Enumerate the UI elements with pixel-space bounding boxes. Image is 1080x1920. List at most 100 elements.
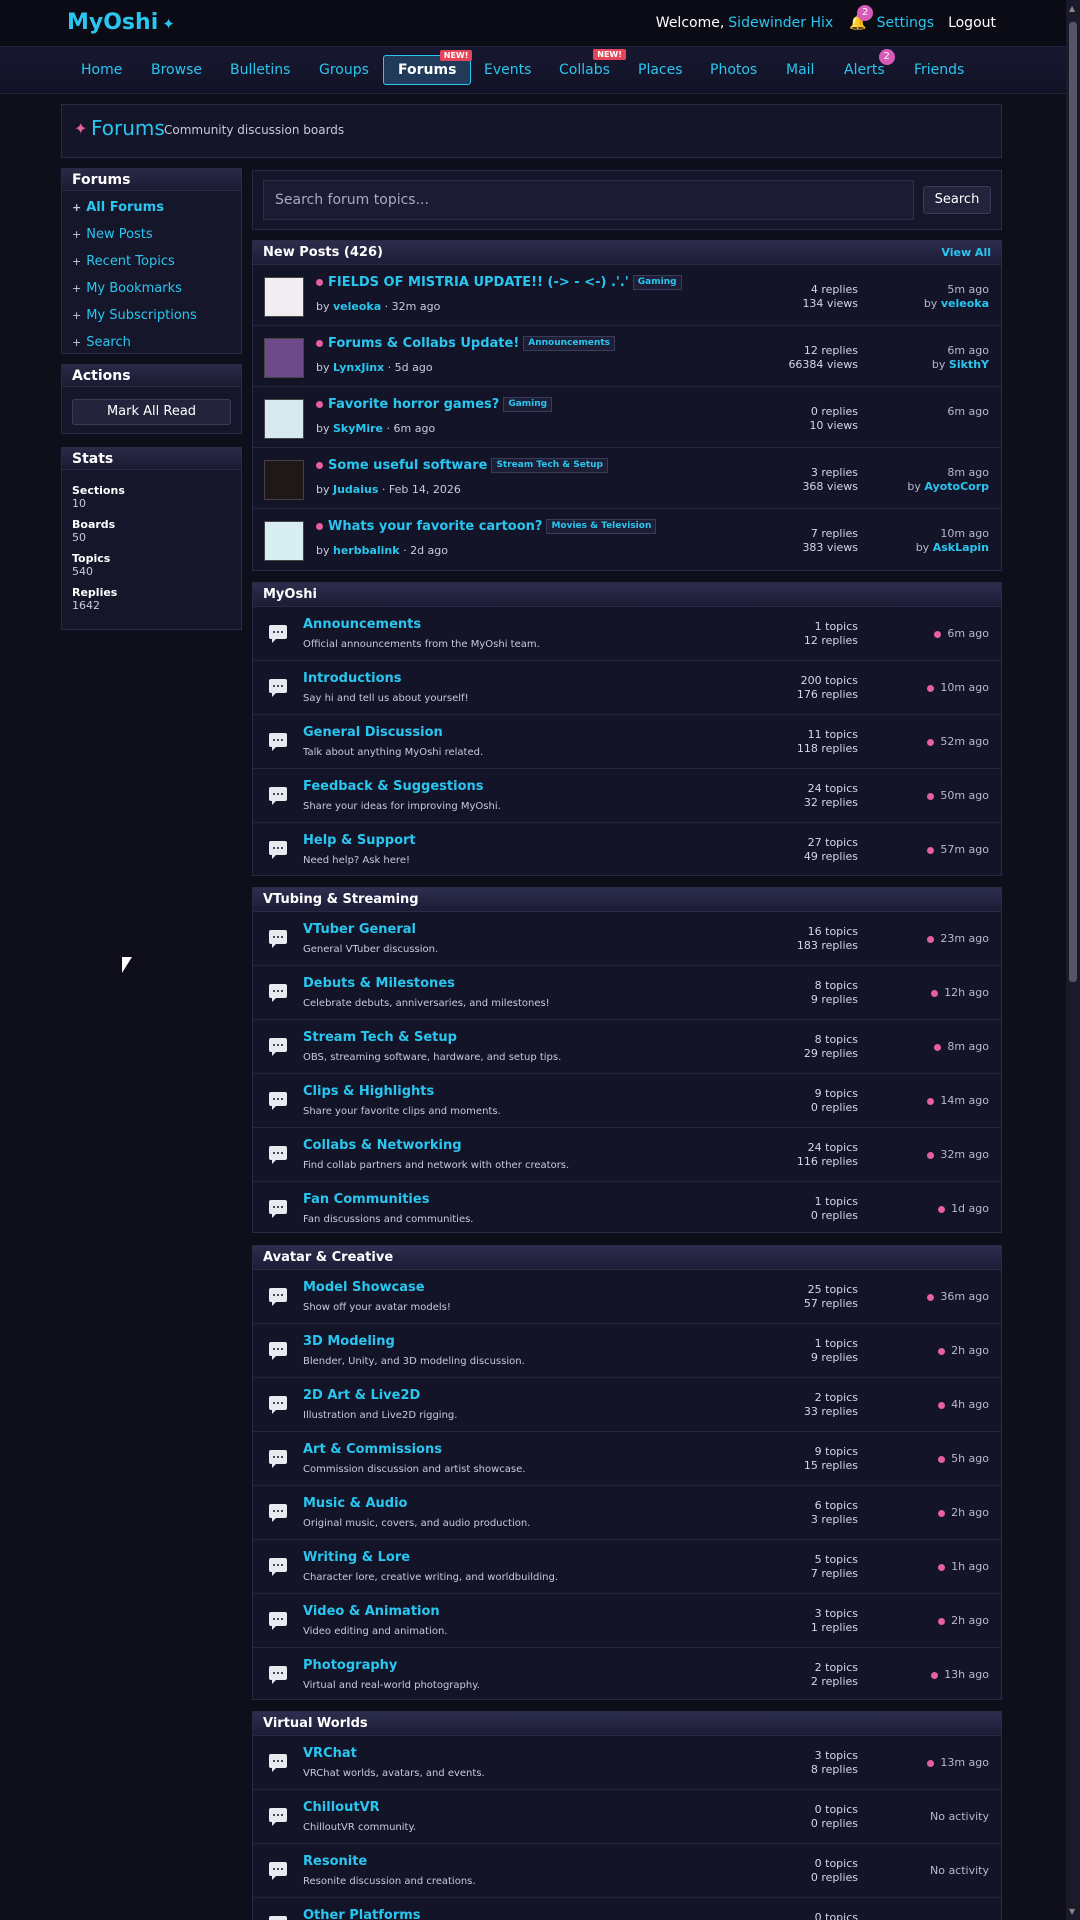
nav-alerts[interactable]: Alerts 2: [830, 49, 899, 85]
board-row[interactable]: Model Showcase Show off your avatar mode…: [253, 1270, 1001, 1324]
search-button[interactable]: Search: [923, 186, 991, 214]
post-author-link[interactable]: herbbalink: [333, 544, 400, 557]
post-category-tag[interactable]: Stream Tech & Setup: [491, 458, 608, 473]
logout-link[interactable]: Logout: [948, 15, 996, 31]
board-name-link[interactable]: Introductions: [303, 671, 402, 686]
board-row[interactable]: 3D Modeling Blender, Unity, and 3D model…: [253, 1324, 1001, 1378]
board-name-link[interactable]: VRChat: [303, 1746, 357, 1761]
board-name-link[interactable]: Art & Commissions: [303, 1442, 442, 1457]
scroll-up-arrow-icon[interactable]: ▲: [1069, 4, 1075, 13]
post-last-author-link[interactable]: AyotoCorp: [924, 480, 989, 493]
board-name-link[interactable]: Announcements: [303, 617, 421, 632]
board-name-link[interactable]: Model Showcase: [303, 1280, 425, 1295]
nav-home[interactable]: Home: [67, 55, 136, 85]
post-category-tag[interactable]: Gaming: [503, 397, 553, 412]
board-row[interactable]: Music & Audio Original music, covers, an…: [253, 1486, 1001, 1540]
board-name-link[interactable]: General Discussion: [303, 725, 443, 740]
board-name-link[interactable]: 3D Modeling: [303, 1334, 395, 1349]
post-last-author-link[interactable]: veleoka: [941, 297, 989, 310]
post-row[interactable]: Favorite horror games? Gaming by SkyMire …: [253, 387, 1001, 448]
avatar[interactable]: [264, 460, 304, 500]
nav-browse[interactable]: Browse: [137, 55, 216, 85]
post-category-tag[interactable]: Announcements: [523, 336, 616, 351]
board-row[interactable]: Writing & Lore Character lore, creative …: [253, 1540, 1001, 1594]
nav-photos[interactable]: Photos: [696, 55, 771, 85]
board-name-link[interactable]: Help & Support: [303, 833, 416, 848]
board-row[interactable]: Help & Support Need help? Ask here! 27 t…: [253, 823, 1001, 877]
post-title[interactable]: Whats your favorite cartoon? Movies & Tel…: [316, 519, 657, 534]
username-link[interactable]: Sidewinder Hix: [728, 15, 833, 31]
board-name-link[interactable]: 2D Art & Live2D: [303, 1388, 420, 1403]
avatar[interactable]: [264, 399, 304, 439]
avatar[interactable]: [264, 338, 304, 378]
sidebar-item-recent-topics[interactable]: + Recent Topics: [62, 248, 241, 275]
post-row[interactable]: Forums & Collabs Update! Announcements by…: [253, 326, 1001, 387]
board-name-link[interactable]: Collabs & Networking: [303, 1138, 462, 1153]
board-row[interactable]: Introductions Say hi and tell us about y…: [253, 661, 1001, 715]
board-row[interactable]: General Discussion Talk about anything M…: [253, 715, 1001, 769]
board-name-link[interactable]: ChilloutVR: [303, 1800, 380, 1815]
board-row[interactable]: ChilloutVR ChilloutVR community. 0 topic…: [253, 1790, 1001, 1844]
board-row[interactable]: Resonite Resonite discussion and creatio…: [253, 1844, 1001, 1898]
board-name-link[interactable]: Fan Communities: [303, 1192, 429, 1207]
board-name-link[interactable]: Resonite: [303, 1854, 367, 1869]
scroll-down-arrow-icon[interactable]: ▼: [1069, 1907, 1075, 1916]
post-last-author-link[interactable]: AskLapin: [933, 541, 989, 554]
post-author-link[interactable]: Judaius: [333, 483, 378, 496]
scrollbar-thumb[interactable]: [1069, 22, 1077, 982]
board-row[interactable]: VTuber General General VTuber discussion…: [253, 912, 1001, 966]
board-row[interactable]: Stream Tech & Setup OBS, streaming softw…: [253, 1020, 1001, 1074]
post-last-author-link[interactable]: SikthY: [949, 358, 989, 371]
site-logo[interactable]: MyOshi ✦: [67, 10, 175, 35]
board-name-link[interactable]: Photography: [303, 1658, 397, 1673]
notifications-bell-icon[interactable]: 🔔 2: [849, 5, 874, 31]
post-author-link[interactable]: LynxJinx: [333, 361, 384, 374]
avatar[interactable]: [264, 277, 304, 317]
sidebar-item-my-bookmarks[interactable]: + My Bookmarks: [62, 275, 241, 302]
board-row[interactable]: Feedback & Suggestions Share your ideas …: [253, 769, 1001, 823]
post-row[interactable]: Whats your favorite cartoon? Movies & Tel…: [253, 509, 1001, 570]
board-row[interactable]: Collabs & Networking Find collab partner…: [253, 1128, 1001, 1182]
board-row[interactable]: Photography Virtual and real-world photo…: [253, 1648, 1001, 1702]
page-scrollbar[interactable]: ▲ ▼: [1066, 0, 1080, 1920]
nav-groups[interactable]: Groups: [305, 55, 383, 85]
board-row[interactable]: Other Platforms 0 topics: [253, 1898, 1001, 1920]
nav-forums[interactable]: Forums NEW!: [383, 50, 473, 85]
board-row[interactable]: Fan Communities Fan discussions and comm…: [253, 1182, 1001, 1236]
sidebar-item-all-forums[interactable]: + All Forums: [62, 194, 241, 221]
post-row[interactable]: Some useful software Stream Tech & Setup …: [253, 448, 1001, 509]
post-title[interactable]: Forums & Collabs Update! Announcements: [316, 336, 616, 351]
sidebar-item-my-subscriptions[interactable]: + My Subscriptions: [62, 302, 241, 329]
board-name-link[interactable]: Video & Animation: [303, 1604, 440, 1619]
nav-places[interactable]: Places: [624, 55, 697, 85]
board-name-link[interactable]: Stream Tech & Setup: [303, 1030, 457, 1045]
nav-friends[interactable]: Friends: [900, 55, 978, 85]
post-author-link[interactable]: veleoka: [333, 300, 381, 313]
post-title[interactable]: Some useful software Stream Tech & Setup: [316, 458, 608, 473]
post-author-link[interactable]: SkyMire: [333, 422, 383, 435]
avatar[interactable]: [264, 521, 304, 561]
nav-mail[interactable]: Mail: [772, 55, 828, 85]
sidebar-item-new-posts[interactable]: + New Posts: [62, 221, 241, 248]
board-name-link[interactable]: Writing & Lore: [303, 1550, 410, 1565]
board-row[interactable]: 2D Art & Live2D Illustration and Live2D …: [253, 1378, 1001, 1432]
board-name-link[interactable]: Debuts & Milestones: [303, 976, 455, 991]
post-title[interactable]: Favorite horror games? Gaming: [316, 397, 553, 412]
board-name-link[interactable]: Other Platforms: [303, 1908, 421, 1920]
post-row[interactable]: FIELDS OF MISTRIA UPDATE!! (-> - <-) .'.…: [253, 265, 1001, 326]
board-name-link[interactable]: Clips & Highlights: [303, 1084, 434, 1099]
view-all-link[interactable]: View All: [941, 241, 991, 265]
board-name-link[interactable]: VTuber General: [303, 922, 416, 937]
board-row[interactable]: Announcements Official announcements fro…: [253, 607, 1001, 661]
settings-link[interactable]: Settings: [877, 15, 934, 31]
board-row[interactable]: Clips & Highlights Share your favorite c…: [253, 1074, 1001, 1128]
nav-events[interactable]: Events: [470, 55, 545, 85]
board-row[interactable]: Art & Commissions Commission discussion …: [253, 1432, 1001, 1486]
board-name-link[interactable]: Music & Audio: [303, 1496, 408, 1511]
board-row[interactable]: Debuts & Milestones Celebrate debuts, an…: [253, 966, 1001, 1020]
nav-bulletins[interactable]: Bulletins: [216, 55, 304, 85]
mark-all-read-button[interactable]: Mark All Read: [72, 399, 231, 425]
post-category-tag[interactable]: Movies & Television: [546, 519, 657, 534]
board-name-link[interactable]: Feedback & Suggestions: [303, 779, 484, 794]
post-title[interactable]: FIELDS OF MISTRIA UPDATE!! (-> - <-) .'.…: [316, 275, 682, 290]
